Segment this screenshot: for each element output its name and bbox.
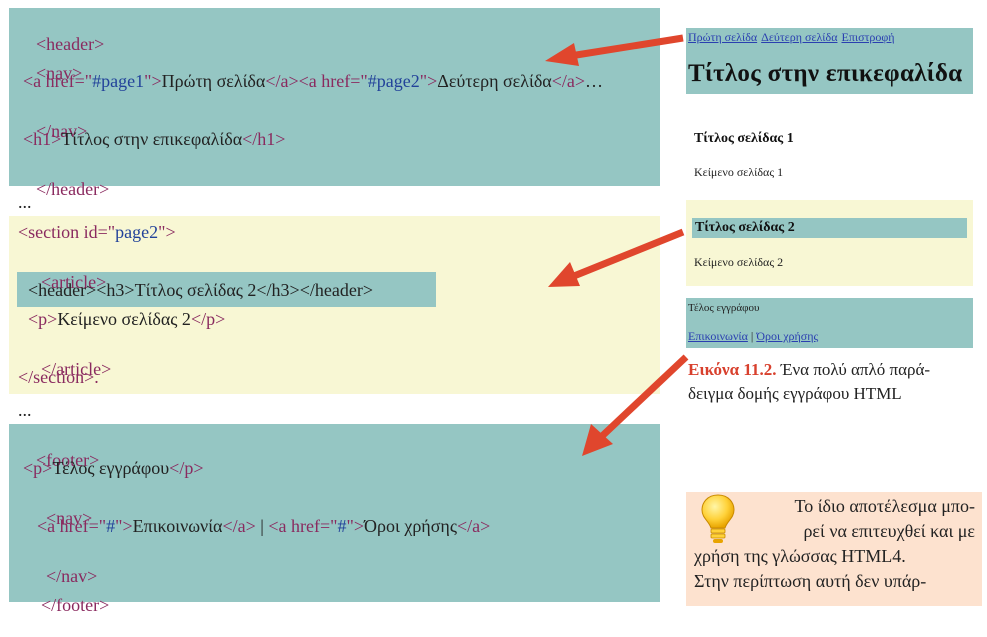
arrow-to-section <box>548 228 685 287</box>
arrow-to-footer <box>582 354 689 456</box>
arrow-to-header <box>545 34 684 66</box>
arrows-layer <box>545 34 689 456</box>
